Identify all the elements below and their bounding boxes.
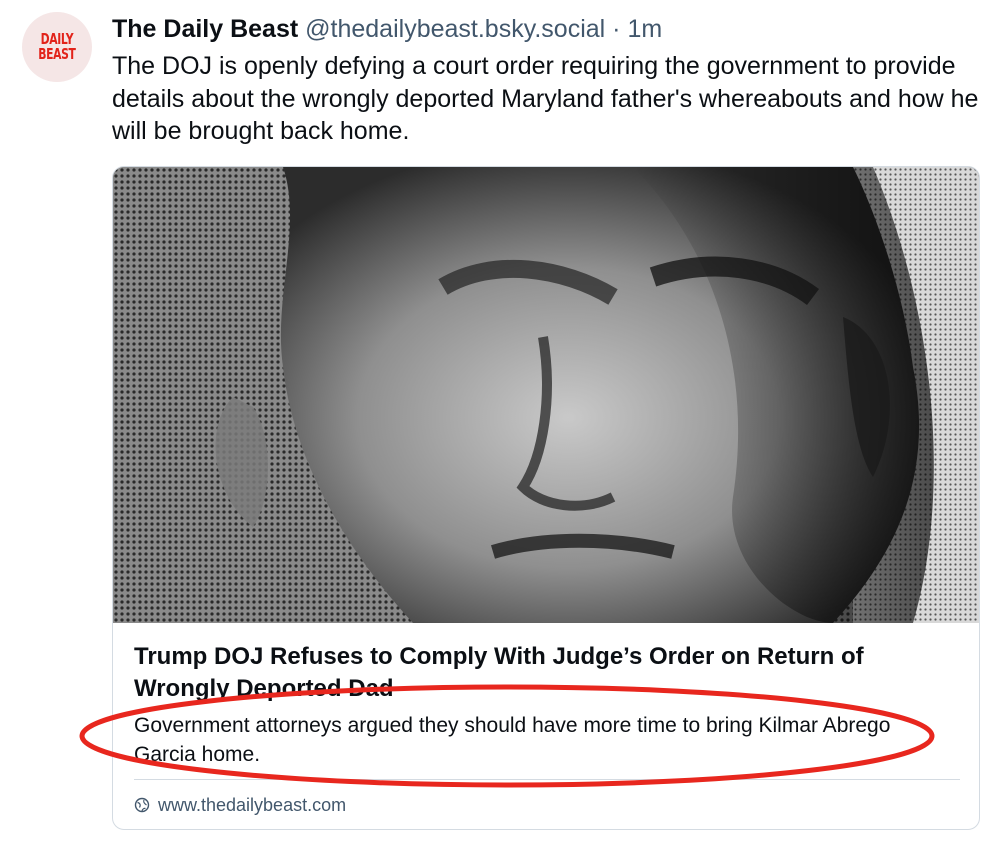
author-handle[interactable]: @thedailybeast.bsky.social: [305, 15, 605, 43]
link-card-title[interactable]: Trump DOJ Refuses to Comply With Judge’s…: [134, 641, 954, 705]
link-card-domain[interactable]: www.thedailybeast.com: [134, 793, 346, 817]
avatar-logo-text: DAILY BEAST: [38, 30, 76, 63]
link-card-image[interactable]: [113, 167, 979, 623]
link-card-domain-text: www.thedailybeast.com: [158, 795, 347, 815]
link-card[interactable]: Trump DOJ Refuses to Comply With Judge’s…: [112, 166, 980, 830]
avatar[interactable]: DAILY BEAST: [22, 12, 92, 82]
author-name[interactable]: The Daily Beast: [112, 15, 298, 43]
post: DAILY BEAST The Daily Beast @thedailybeas…: [0, 0, 1000, 846]
link-card-divider: [134, 779, 960, 780]
portrait-photo: [113, 167, 979, 623]
post-text: The DOJ is openly defying a court order …: [112, 52, 979, 145]
link-card-description: Government attorneys argued they should …: [134, 714, 891, 766]
post-header: The Daily Beast @thedailybeast.bsky.soci…: [112, 14, 662, 44]
post-timestamp[interactable]: 1m: [627, 15, 662, 43]
header-separator: ·: [612, 15, 621, 43]
globe-icon: [134, 797, 150, 813]
